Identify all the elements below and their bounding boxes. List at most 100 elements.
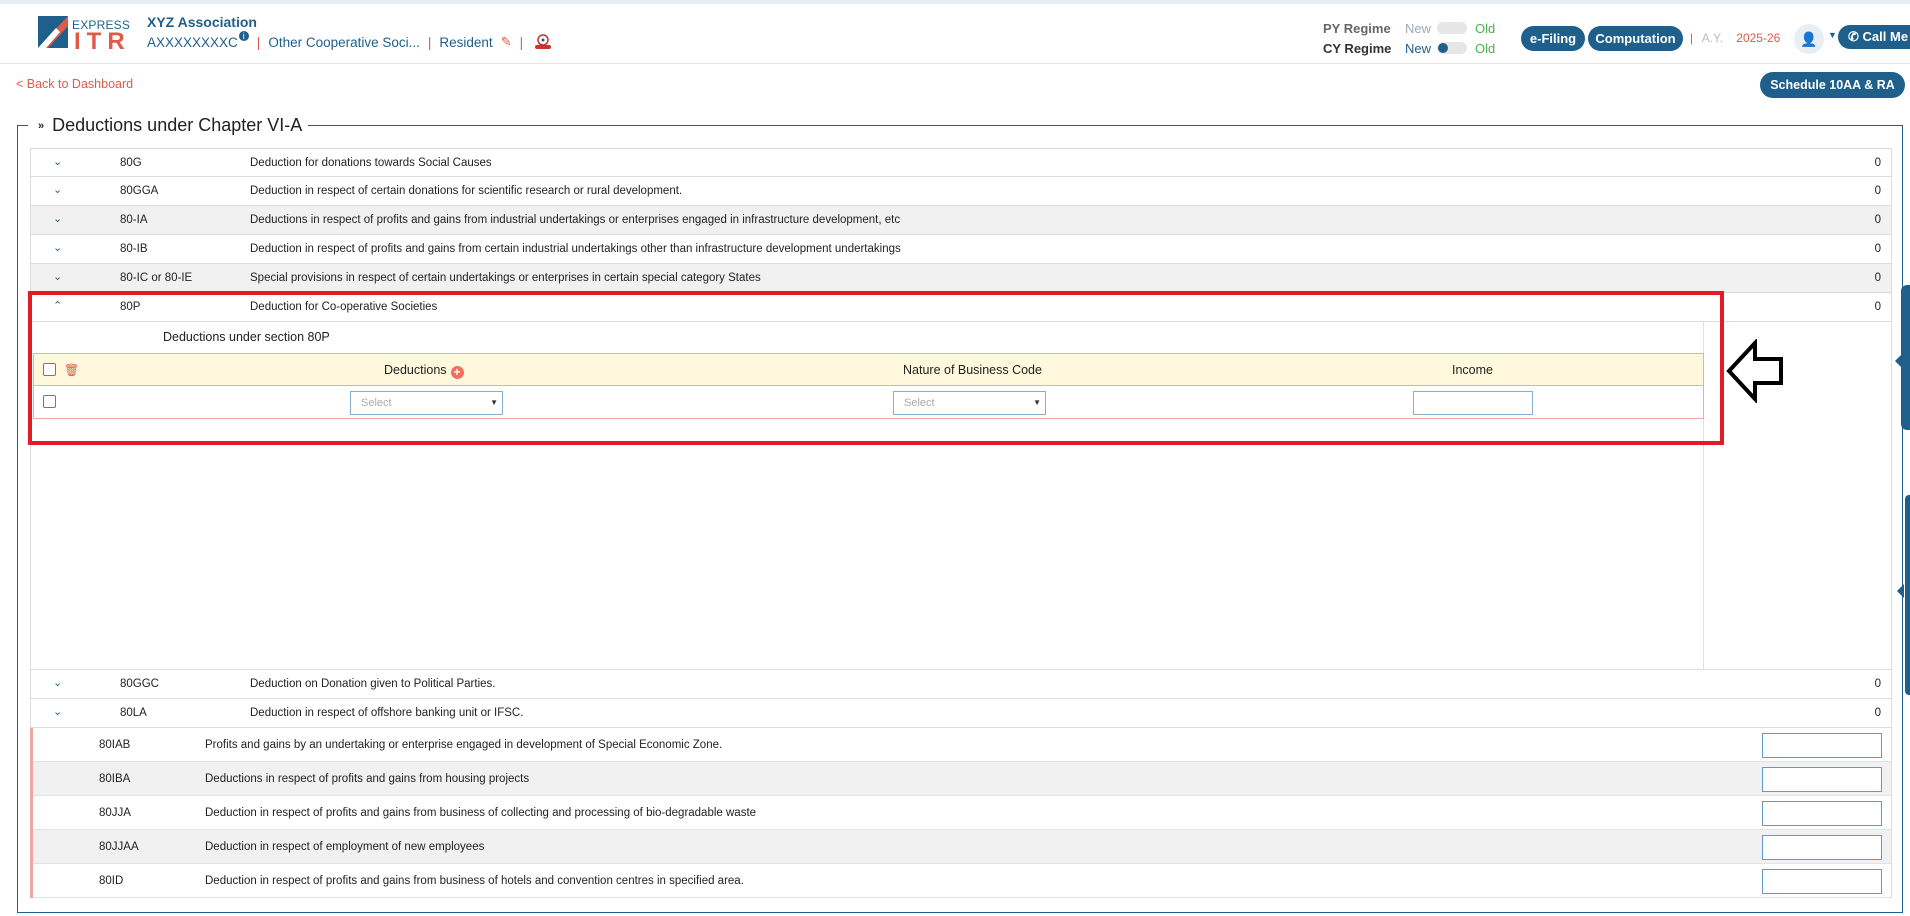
sub-section-input[interactable] [1762,801,1882,826]
section-description: Deduction on Donation given to Political… [250,678,496,690]
caret-down-icon[interactable]: ▼ [1828,30,1837,40]
chevron-down-icon[interactable]: ⌄ [53,184,65,196]
chevron-down-icon[interactable]: ⌄ [53,706,65,718]
assessment-year: | A.Y. 2025-26 [1690,31,1780,45]
info-icon[interactable]: i [238,31,249,41]
sub-deduction-row: 80JJAA Deduction in respect of employmen… [33,830,1891,864]
sub-section-description: Deduction in respect of profits and gain… [205,875,744,887]
expand-left-icon[interactable] [1897,584,1904,598]
py-regime-new: New [1405,20,1432,36]
section-code: 80LA [120,707,147,719]
section-description: Deductions in respect of profits and gai… [250,214,901,226]
deduction-row[interactable]: ⌄ 80-IC or 80-IE Special provisions in r… [30,264,1892,293]
computation-button[interactable]: Computation [1588,26,1683,51]
chevron-down-icon[interactable]: ⌄ [53,213,65,225]
section-amount: 0 [1874,214,1881,226]
cy-regime-label: CY Regime [1323,40,1392,56]
efiling-button[interactable]: e-Filing [1521,26,1585,51]
sub-section-description: Deduction in respect of employment of ne… [205,841,485,853]
pointer-arrow-icon [1726,339,1783,403]
sub-section-code: 80JJAA [99,841,139,853]
section-amount: 0 [1874,707,1881,719]
pan-number: AXXXXXXXXC [147,34,238,50]
sub-deductions-table: 80IAB Profits and gains by an undertakin… [30,728,1892,898]
sub-section-code: 80ID [99,875,124,887]
sub-section-code: 80IAB [99,739,131,751]
collapse-chevron-icon[interactable]: » [38,120,44,132]
sub-section-description: Profits and gains by an undertaking or e… [205,739,723,751]
section-description: Deduction in respect of certain donation… [250,185,683,197]
sub-section-code: 80JJA [99,807,131,819]
side-panel-tab[interactable] [1905,495,1910,695]
side-panel-tab[interactable] [1901,285,1910,430]
section-description: Special provisions in respect of certain… [250,272,761,284]
schedule-10aa-ra-button[interactable]: Schedule 10AA & RA [1760,72,1905,98]
regime-selector: PY Regime New Old CY Regime New Old [1323,18,1495,58]
sub-section-input[interactable] [1762,869,1882,894]
sub-section-input[interactable] [1762,835,1882,860]
user-avatar-icon[interactable]: 👤 [1794,24,1824,54]
section-description: Deduction for donations towards Social C… [250,157,492,169]
section-code: 80-IC or 80-IE [120,272,193,284]
sub-deduction-row: 80IBA Deductions in respect of profits a… [33,762,1891,796]
py-regime-label: PY Regime [1323,20,1391,36]
ay-value: 2025-26 [1736,31,1781,45]
logo-itr-text: ITR [74,28,131,55]
separator: | [1690,31,1694,45]
back-to-dashboard-link[interactable]: < Back to Dashboard [16,77,133,91]
cy-regime-toggle[interactable] [1437,42,1467,54]
section-legend[interactable]: » Deductions under Chapter VI-A [28,115,309,136]
section-amount: 0 [1874,678,1881,690]
section-amount: 0 [1874,185,1881,197]
chevron-down-icon[interactable]: ⌄ [53,242,65,254]
cy-regime-old: Old [1475,40,1496,56]
chevron-down-icon[interactable]: ⌄ [53,271,65,283]
deduction-row[interactable]: ⌄ 80GGA Deduction in respect of certain … [30,177,1892,206]
residency-status: Resident [439,34,493,50]
organization-details: AXXXXXXXXC i | Other Cooperative Soci...… [147,31,555,51]
expand-left-icon[interactable] [1895,354,1902,368]
separator: | [519,34,524,50]
py-regime-row: PY Regime New Old [1323,18,1495,38]
chevron-down-icon[interactable]: ⌄ [53,677,65,689]
edit-pencil-icon[interactable]: ✎ [501,34,512,50]
section-code: 80G [120,157,142,169]
sub-section-input[interactable] [1762,733,1882,758]
sub-section-description: Deductions in respect of profits and gai… [205,773,530,785]
sub-section-input[interactable] [1762,767,1882,792]
py-regime-toggle[interactable] [1437,22,1467,34]
logo-mark-icon [38,16,68,48]
organization-name: XYZ Association [147,14,257,30]
section-code: 80GGC [120,678,159,690]
section-code: 80GGA [120,185,159,197]
section-code: 80-IA [120,214,148,226]
ay-label: A.Y. [1701,31,1723,45]
phone-icon: ✆ [1848,29,1859,44]
cy-regime-new: New [1405,40,1432,56]
chevron-down-icon[interactable]: ⌄ [53,156,65,168]
entity-type: Other Cooperative Soci... [268,34,420,50]
highlight-box [28,291,1724,445]
sub-section-description: Deduction in respect of profits and gain… [205,807,757,819]
sub-deduction-row: 80JJA Deduction in respect of profits an… [33,796,1891,830]
deductions-table: ⌄ 80G Deduction for donations towards So… [30,148,1892,898]
sub-deduction-row: 80ID Deduction in respect of profits and… [33,864,1891,898]
cy-regime-row: CY Regime New Old [1323,38,1495,58]
section-amount: 0 [1874,157,1881,169]
py-regime-old: Old [1475,20,1496,36]
express-itr-logo[interactable]: EXPRESS ITR [38,14,130,55]
emblem-icon [535,34,552,49]
section-description: Deduction in respect of offshore banking… [250,707,524,719]
deduction-row[interactable]: ⌄ 80LA Deduction in respect of offshore … [30,699,1892,728]
app-header: EXPRESS ITR XYZ Association AXXXXXXXXC i… [0,4,1910,64]
deduction-row[interactable]: ⌄ 80GGC Deduction on Donation given to P… [30,670,1892,699]
deduction-row[interactable]: ⌄ 80-IB Deduction in respect of profits … [30,235,1892,264]
sub-section-code: 80IBA [99,773,131,785]
deduction-row[interactable]: ⌄ 80G Deduction for donations towards So… [30,148,1892,177]
call-me-button[interactable]: ✆ Call Me [1838,25,1910,49]
separator: | [427,34,432,50]
separator: | [256,34,261,50]
sub-deduction-row: 80IAB Profits and gains by an undertakin… [33,728,1891,762]
section-title: Deductions under Chapter VI-A [52,115,303,135]
deduction-row[interactable]: ⌄ 80-IA Deductions in respect of profits… [30,206,1892,235]
